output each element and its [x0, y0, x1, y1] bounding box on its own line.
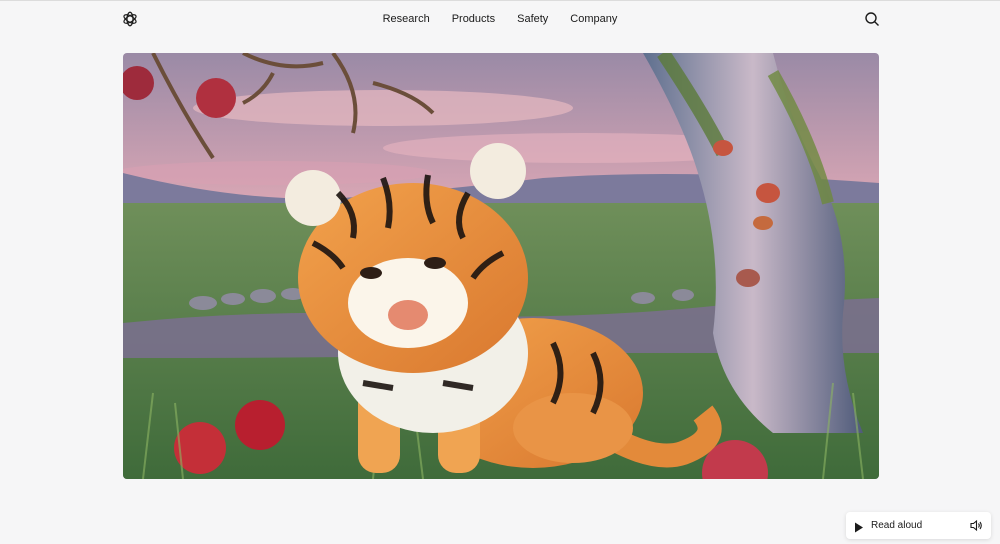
- main-menu: Research Products Safety Company: [0, 0, 1000, 38]
- read-aloud-button[interactable]: Read aloud: [846, 512, 991, 539]
- nav-company[interactable]: Company: [559, 13, 628, 25]
- nav-safety[interactable]: Safety: [506, 13, 559, 25]
- nav-research[interactable]: Research: [372, 13, 441, 25]
- speaker-icon[interactable]: [970, 519, 983, 532]
- search-icon[interactable]: [864, 11, 880, 27]
- nav-products[interactable]: Products: [441, 13, 506, 25]
- top-nav: Research Products Safety Company: [0, 0, 1000, 38]
- hero-image: [123, 53, 879, 479]
- play-icon[interactable]: [854, 520, 864, 533]
- read-aloud-label: Read aloud: [871, 520, 923, 531]
